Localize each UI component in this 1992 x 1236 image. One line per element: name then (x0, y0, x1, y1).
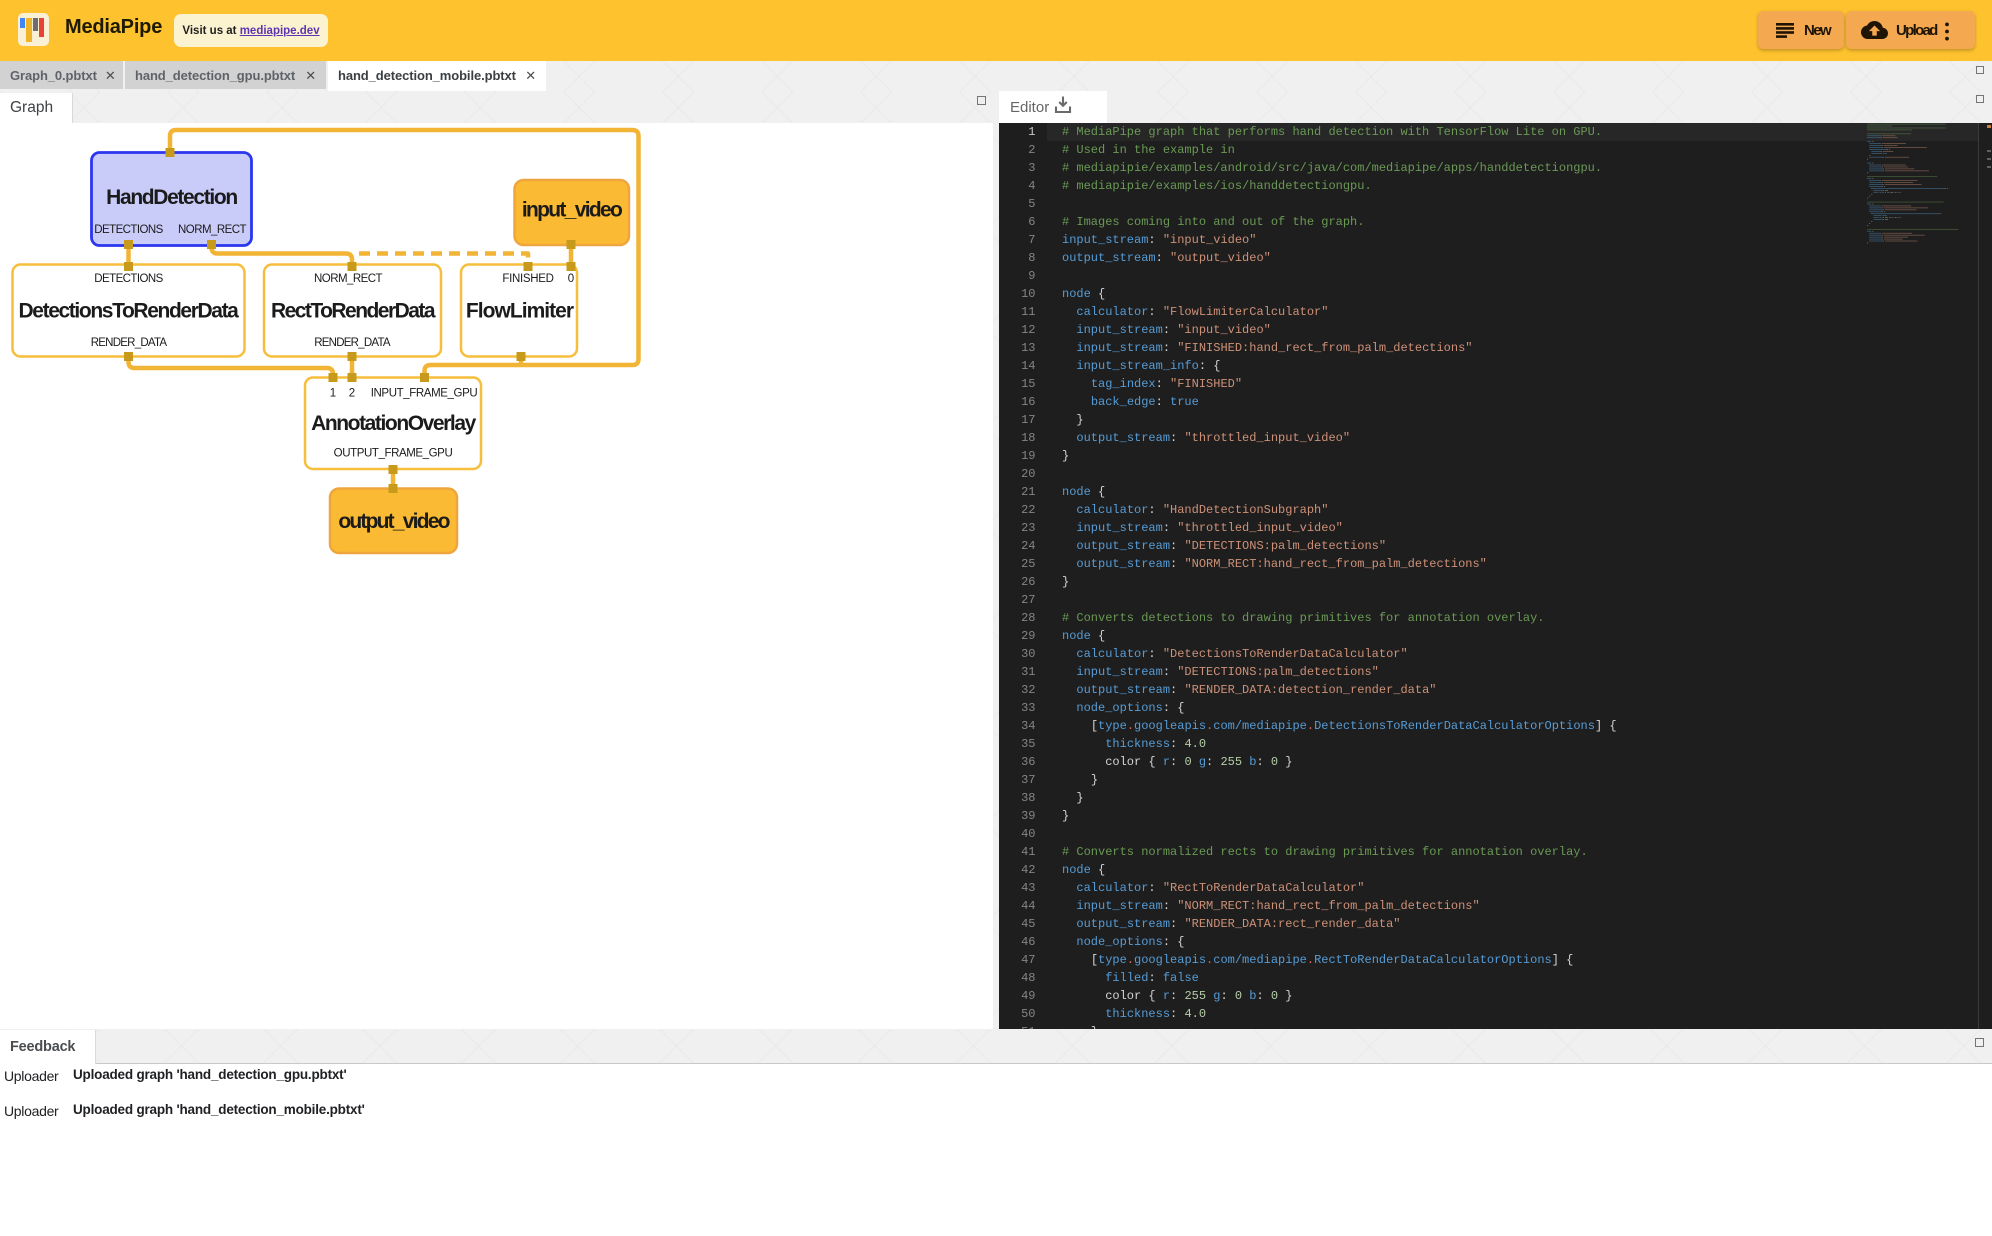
svg-text:output_video: output_video (338, 510, 449, 533)
svg-text:RENDER_DATA: RENDER_DATA (91, 337, 168, 349)
svg-text:DETECTIONS: DETECTIONS (94, 224, 163, 236)
svg-text:AnnotationOverlay: AnnotationOverlay (311, 412, 476, 435)
svg-text:NORM_RECT: NORM_RECT (314, 273, 382, 285)
svg-text:INPUT_FRAME_GPU: INPUT_FRAME_GPU (371, 387, 478, 399)
svg-text:HandDetection: HandDetection (106, 186, 237, 209)
svg-text:FINISHED: FINISHED (502, 273, 553, 285)
svg-text:0: 0 (568, 273, 574, 285)
svg-text:1: 1 (330, 387, 336, 399)
svg-text:NORM_RECT: NORM_RECT (178, 224, 246, 236)
svg-text:RectToRenderData: RectToRenderData (271, 300, 436, 323)
svg-text:input_video: input_video (522, 199, 622, 222)
svg-text:RENDER_DATA: RENDER_DATA (314, 337, 391, 349)
svg-text:2: 2 (349, 387, 355, 399)
svg-text:DETECTIONS: DETECTIONS (94, 273, 163, 285)
svg-text:FlowLimiter: FlowLimiter (466, 300, 574, 323)
svg-text:DetectionsToRenderData: DetectionsToRenderData (19, 300, 240, 323)
svg-text:OUTPUT_FRAME_GPU: OUTPUT_FRAME_GPU (334, 447, 453, 459)
